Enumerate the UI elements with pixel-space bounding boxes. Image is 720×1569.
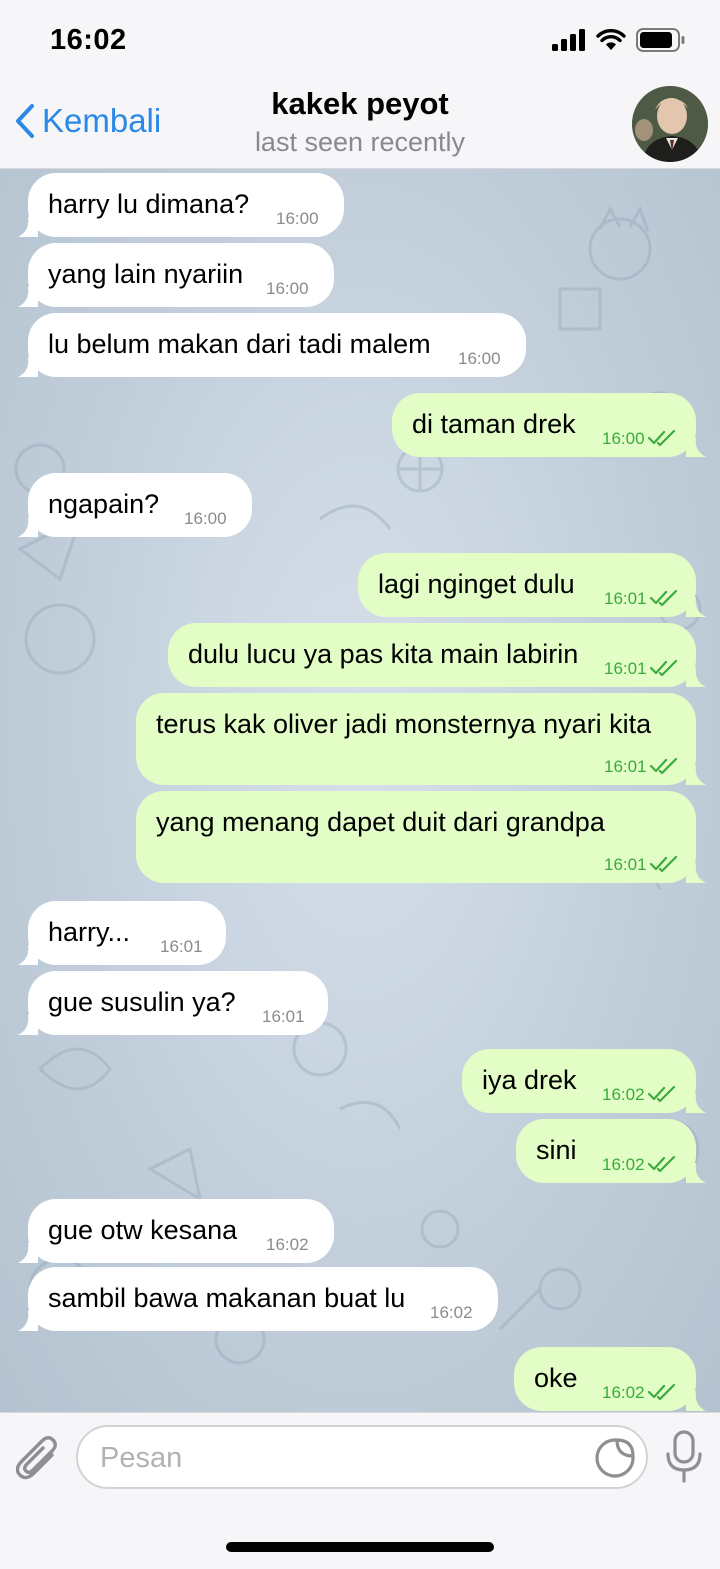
message-bubble-incoming[interactable]: yang lain nyariin 16:00: [18, 243, 334, 307]
message-time: 16:02: [602, 1383, 645, 1402]
bubble-tail: [18, 357, 38, 377]
double-check-icon: [650, 855, 678, 873]
home-indicator: [226, 1542, 494, 1552]
message-bubble-outgoing[interactable]: lagi nginget dulu 16:01: [358, 553, 706, 617]
double-check-icon: [650, 589, 678, 607]
avatar[interactable]: [632, 86, 708, 162]
message-text: iya drek: [482, 1065, 577, 1095]
message-time: 16:02: [602, 1085, 645, 1104]
double-check-icon: [648, 1085, 676, 1103]
message-bubble-outgoing[interactable]: yang menang dapet duit dari grandpa 16:0…: [136, 791, 706, 883]
chat-subtitle: last seen recently: [254, 127, 466, 157]
message-time: 16:00: [266, 279, 309, 298]
message-text: terus kak oliver jadi monsternya nyari k…: [156, 709, 652, 739]
message-bubble-outgoing[interactable]: terus kak oliver jadi monsternya nyari k…: [136, 693, 706, 785]
double-check-icon: [648, 429, 676, 447]
message-text: gue otw kesana: [48, 1215, 238, 1245]
paperclip-icon[interactable]: [16, 1433, 62, 1483]
message-time: 16:02: [266, 1235, 309, 1254]
back-button[interactable]: Kembali: [14, 102, 161, 140]
chat-area[interactable]: harry lu dimana? 16:00 yang lain nyariin…: [0, 169, 720, 1412]
message-time: 16:01: [604, 659, 647, 678]
sticker-icon[interactable]: [594, 1437, 636, 1479]
message-text: lagi nginget dulu: [378, 569, 575, 599]
message-time: 16:01: [604, 589, 647, 608]
bubble-tail: [18, 217, 38, 237]
message-bubble-incoming[interactable]: harry lu dimana? 16:00: [18, 173, 344, 237]
message-text: ngapain?: [48, 489, 160, 519]
message-bubble-outgoing[interactable]: iya drek 16:02: [462, 1049, 706, 1113]
status-bar: 16:02: [0, 0, 720, 80]
chat-title-area[interactable]: kakek peyot last seen recently: [180, 84, 540, 160]
double-check-icon: [650, 659, 678, 677]
message-time: 16:01: [604, 757, 647, 776]
bubble-tail: [18, 1311, 38, 1331]
bubble-tail: [686, 597, 706, 617]
chat-title: kakek peyot: [271, 86, 449, 121]
message-text: yang menang dapet duit dari grandpa: [156, 807, 605, 837]
double-check-icon: [650, 757, 678, 775]
message-bubble-outgoing[interactable]: dulu lucu ya pas kita main labirin 16:01: [168, 623, 706, 687]
message-time: 16:00: [184, 509, 227, 528]
microphone-icon[interactable]: [664, 1429, 704, 1485]
message-bubble-outgoing[interactable]: sini 16:02: [516, 1119, 706, 1183]
battery-icon: [636, 28, 685, 52]
bubble-tail: [686, 765, 706, 785]
signal-icon: [552, 29, 585, 51]
message-bubble-incoming[interactable]: sambil bawa makanan buat lu 16:02: [18, 1267, 498, 1331]
message-bubble-outgoing[interactable]: oke 16:02: [514, 1347, 706, 1411]
chevron-left-icon: [16, 104, 34, 138]
message-time: 16:00: [276, 209, 319, 228]
message-text: oke: [534, 1363, 578, 1393]
status-icons: [552, 28, 686, 52]
message-text: harry lu dimana?: [48, 189, 250, 219]
message-time: 16:00: [458, 349, 501, 368]
message-input-box[interactable]: [76, 1425, 648, 1489]
message-text: harry...: [48, 917, 131, 947]
bubble-tail: [18, 287, 38, 307]
bubble-tail: [18, 1015, 38, 1035]
bubble-tail: [686, 1391, 706, 1411]
message-time: 16:00: [602, 429, 645, 448]
bubble-tail: [686, 1163, 706, 1183]
message-time: 16:01: [604, 855, 647, 874]
back-label: Kembali: [42, 102, 162, 139]
message-text: sini: [536, 1135, 577, 1165]
message-bubble-incoming[interactable]: lu belum makan dari tadi malem 16:00: [18, 313, 526, 377]
message-time: 16:01: [160, 937, 203, 956]
message-text: dulu lucu ya pas kita main labirin: [188, 639, 579, 669]
message-text: yang lain nyariin: [48, 259, 244, 289]
message-time: 16:02: [430, 1303, 473, 1322]
message-text: di taman drek: [412, 409, 576, 439]
message-bubble-incoming[interactable]: ngapain? 16:00: [18, 473, 252, 537]
message-text: gue susulin ya?: [48, 987, 236, 1017]
bubble-tail: [18, 517, 38, 537]
chat-header: Kembali kakek peyot last seen recently: [0, 80, 720, 169]
bubble-tail: [686, 863, 706, 883]
bubble-tail: [686, 1093, 706, 1113]
message-bubble-incoming[interactable]: gue susulin ya? 16:01: [18, 971, 328, 1035]
message-time: 16:02: [602, 1155, 645, 1174]
message-bubble-incoming[interactable]: gue otw kesana 16:02: [18, 1199, 334, 1263]
bubble-tail: [18, 1243, 38, 1263]
message-bubble-outgoing[interactable]: di taman drek 16:00: [392, 393, 706, 457]
message-time: 16:01: [262, 1007, 305, 1026]
bubble-tail: [18, 945, 38, 965]
message-input[interactable]: [98, 1439, 582, 1477]
double-check-icon: [648, 1383, 676, 1401]
message-bubble-incoming[interactable]: harry... 16:01: [18, 901, 226, 965]
message-text: lu belum makan dari tadi malem: [48, 329, 431, 359]
message-text: sambil bawa makanan buat lu: [48, 1283, 406, 1313]
status-time: 16:02: [50, 24, 127, 56]
double-check-icon: [648, 1155, 676, 1173]
bubble-tail: [686, 437, 706, 457]
bubble-tail: [686, 667, 706, 687]
wifi-icon: [596, 29, 626, 50]
